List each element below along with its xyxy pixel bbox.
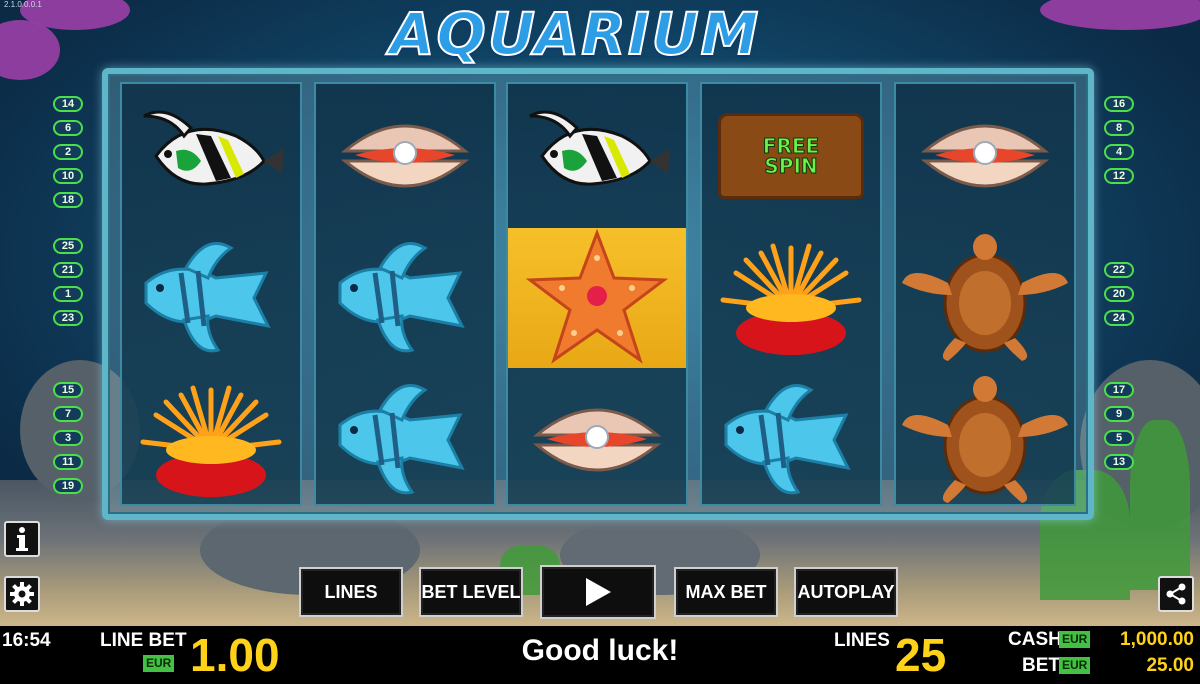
cash-value: 1,000.00 [1120, 629, 1194, 650]
symbol-angelfish [122, 86, 300, 226]
symbol-anemone [122, 370, 300, 510]
payline-indicator: 24 [1104, 310, 1134, 326]
symbol-starfish [508, 228, 686, 368]
payline-indicator: 4 [1104, 144, 1134, 160]
reel-1 [120, 82, 302, 506]
gear-icon [10, 582, 34, 606]
reel-4: FREE SPIN [700, 82, 882, 506]
status-bar: 16:54 LINE BET EUR 1.00 Good luck! LINES… [0, 626, 1200, 684]
bet-label: BET [1022, 655, 1060, 676]
lines-label: LINES [834, 630, 890, 651]
payline-indicator: 16 [1104, 96, 1134, 112]
share-button[interactable] [1158, 576, 1194, 612]
clock: 16:54 [2, 630, 51, 651]
payline-indicator: 5 [1104, 430, 1134, 446]
symbol-clam-pearl [896, 86, 1074, 226]
symbol-blue-fish [316, 228, 494, 368]
free-spin-text: FREE [762, 134, 820, 158]
coral-decoration [1040, 0, 1200, 30]
reel-3 [506, 82, 688, 506]
payline-indicator: 2 [53, 144, 83, 160]
payline-indicator: 7 [53, 406, 83, 422]
cash-label: CASH [1008, 629, 1062, 650]
payline-indicator: 14 [53, 96, 83, 112]
payline-indicator: 20 [1104, 286, 1134, 302]
reel-5 [894, 82, 1076, 506]
payline-indicator: 25 [53, 238, 83, 254]
lines-value: 25 [895, 629, 947, 681]
payline-indicator: 19 [53, 478, 83, 494]
symbol-blue-fish [122, 228, 300, 368]
payline-indicator: 11 [53, 454, 83, 470]
payline-indicator: 8 [1104, 120, 1134, 136]
payline-indicator: 23 [53, 310, 83, 326]
lines-button[interactable]: LINES [299, 567, 403, 617]
max-bet-button[interactable]: MAX BET [674, 567, 778, 617]
payline-indicator: 17 [1104, 382, 1134, 398]
payline-indicator: 9 [1104, 406, 1134, 422]
reel-2 [314, 82, 496, 506]
settings-button[interactable] [4, 576, 40, 612]
status-message: Good luck! [521, 634, 679, 667]
autoplay-button[interactable]: AUTOPLAY [794, 567, 898, 617]
symbol-blue-fish [316, 370, 494, 510]
line-bet-label: LINE BET [100, 630, 187, 651]
line-bet-value: 1.00 [190, 629, 280, 681]
payline-indicator: 13 [1104, 454, 1134, 470]
payline-indicator: 18 [53, 192, 83, 208]
symbol-blue-fish [702, 370, 880, 510]
payline-indicator: 1 [53, 286, 83, 302]
free-spin-text: SPIN [764, 154, 818, 178]
symbol-clam-pearl [316, 86, 494, 226]
symbol-turtle [896, 228, 1074, 368]
payline-indicator: 6 [53, 120, 83, 136]
share-icon [1166, 583, 1186, 605]
payline-indicator: 10 [53, 168, 83, 184]
play-icon [586, 578, 611, 606]
payline-indicator: 15 [53, 382, 83, 398]
symbol-free-spin-chest: FREE SPIN [702, 86, 880, 226]
info-button[interactable] [4, 521, 40, 557]
version-text: 2.1.0.0.0.1 [4, 0, 42, 9]
info-icon [16, 527, 28, 551]
coral-decoration [0, 20, 60, 80]
payline-indicator: 21 [53, 262, 83, 278]
bet-currency: EUR [1059, 657, 1091, 674]
seaweed [1130, 420, 1190, 590]
bet-level-button[interactable]: BET LEVEL [419, 567, 523, 617]
bet-value: 25.00 [1146, 655, 1194, 676]
payline-indicator: 22 [1104, 262, 1134, 278]
payline-indicator: 3 [53, 430, 83, 446]
spin-button[interactable] [540, 565, 656, 619]
symbol-angelfish [508, 86, 686, 226]
symbol-clam-pearl [508, 370, 686, 510]
symbol-turtle [896, 370, 1074, 510]
game-logo: AQUARIUM [389, 0, 761, 69]
cash-currency: EUR [1059, 631, 1091, 648]
line-bet-currency: EUR [143, 655, 175, 672]
payline-indicator: 12 [1104, 168, 1134, 184]
symbol-anemone [702, 228, 880, 368]
